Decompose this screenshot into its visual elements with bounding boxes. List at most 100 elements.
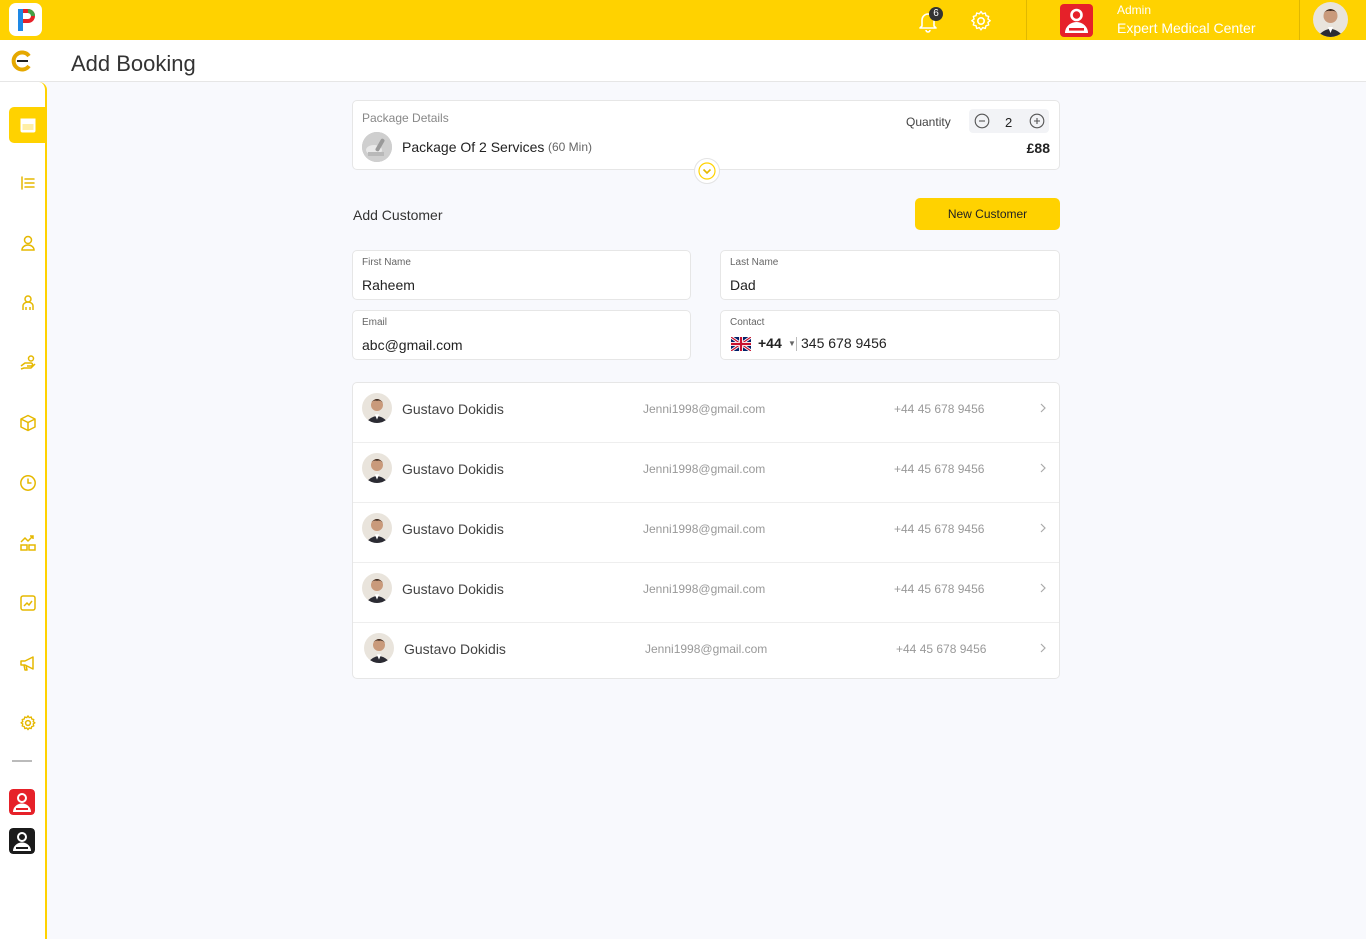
customer-row[interactable]: Gustavo Dokidis Jenni1998@gmail.com +44 …	[353, 383, 1059, 443]
email-field: Email	[352, 310, 691, 360]
avatar-photo-icon	[362, 393, 392, 423]
avatar-photo-icon	[1313, 2, 1348, 37]
customer-row[interactable]: Gustavo Dokidis Jenni1998@gmail.com +44 …	[353, 563, 1059, 623]
sidebar-item-marketing[interactable]	[9, 645, 46, 681]
sidebar-item-packages[interactable]	[9, 405, 46, 441]
package-name: Package Of 2 Services	[402, 139, 545, 155]
quantity-value: 2	[1005, 115, 1013, 130]
red-app-icon[interactable]	[9, 789, 35, 815]
customer-name: Gustavo Dokidis	[402, 581, 504, 597]
customer-row[interactable]: Gustavo Dokidis Jenni1998@gmail.com +44 …	[353, 503, 1059, 563]
package-thumbnail	[362, 132, 392, 162]
contact-label: Contact	[730, 317, 765, 328]
divider	[1299, 0, 1300, 40]
contact-field: Contact +44 ▼	[720, 310, 1060, 360]
package-price: £88	[1026, 140, 1050, 156]
contact-input[interactable]	[801, 335, 1001, 351]
plus-circle-icon[interactable]	[1029, 113, 1045, 129]
package-duration: (60 Min)	[548, 140, 593, 154]
customer-email: Jenni1998@gmail.com	[643, 522, 766, 536]
sidebar-item-customers[interactable]	[9, 225, 46, 261]
avatar	[362, 573, 392, 603]
services-icon	[20, 355, 36, 370]
org-role: Admin	[1117, 3, 1152, 17]
avatar-photo-icon	[362, 453, 392, 483]
calendar-icon	[20, 118, 35, 133]
customer-row[interactable]: Gustavo Dokidis Jenni1998@gmail.com +44 …	[353, 623, 1059, 683]
user-icon	[20, 235, 35, 251]
customer-name: Gustavo Dokidis	[402, 401, 504, 417]
new-customer-button[interactable]: New Customer	[915, 198, 1060, 230]
email-label: Email	[362, 317, 388, 328]
customer-phone: +44 45 678 9456	[894, 402, 985, 416]
p-logo-icon	[17, 8, 35, 31]
sidebar-separator	[12, 760, 32, 762]
gear-icon[interactable]	[969, 9, 993, 33]
customer-list: Gustavo Dokidis Jenni1998@gmail.com +44 …	[352, 382, 1060, 679]
customer-email: Jenni1998@gmail.com	[643, 402, 766, 416]
sidebar-item-staff[interactable]	[9, 285, 46, 321]
staff-icon	[21, 295, 34, 310]
customer-row[interactable]: Gustavo Dokidis Jenni1998@gmail.com +44 …	[353, 443, 1059, 503]
last-name-field: Last Name	[720, 250, 1060, 300]
chevron-down-icon	[698, 162, 716, 180]
last-name-label: Last Name	[730, 257, 779, 268]
package-image-icon	[362, 132, 392, 162]
first-name-input[interactable]	[362, 277, 681, 293]
dial-separator	[796, 337, 797, 351]
list-icon	[20, 176, 35, 190]
chevron-right-icon	[1040, 403, 1046, 413]
avatar	[364, 633, 394, 663]
sidebar	[0, 82, 47, 939]
analytics-icon	[19, 595, 36, 611]
dial-code-select[interactable]: +44	[758, 335, 782, 351]
sidebar-item-schedule[interactable]	[9, 465, 46, 501]
avatar	[362, 453, 392, 483]
notification-badge: 6	[929, 7, 943, 21]
sidebar-item-settings[interactable]	[9, 705, 46, 741]
first-name-label: First Name	[362, 257, 411, 268]
quantity-stepper: 2	[969, 109, 1049, 133]
org-name[interactable]: Expert Medical Center	[1117, 20, 1256, 36]
divider	[1026, 0, 1027, 40]
customer-name: Gustavo Dokidis	[404, 641, 506, 657]
chevron-down-icon: ▼	[788, 339, 796, 348]
top-bar: 6 Admin Expert Medical Center	[0, 0, 1366, 40]
minus-circle-icon[interactable]	[974, 113, 990, 129]
package-icon	[19, 414, 36, 432]
customer-phone: +44 45 678 9456	[894, 522, 985, 536]
customer-name: Gustavo Dokidis	[402, 521, 504, 537]
finance-icon	[19, 535, 36, 551]
clock-icon	[19, 475, 36, 491]
sidebar-item-analytics[interactable]	[9, 585, 46, 621]
package-details-label: Package Details	[362, 111, 449, 125]
org-logo-icon[interactable]	[1060, 4, 1093, 37]
black-app-icon[interactable]	[9, 828, 35, 854]
page-title: Add Booking	[71, 51, 196, 76]
customer-phone: +44 45 678 9456	[896, 642, 987, 656]
avatar-photo-icon	[362, 573, 392, 603]
sidebar-item-services[interactable]	[9, 345, 46, 381]
customer-email: Jenni1998@gmail.com	[643, 582, 766, 596]
uk-flag-icon[interactable]	[731, 337, 751, 351]
user-avatar[interactable]	[1313, 2, 1348, 37]
avatar	[362, 393, 392, 423]
avatar-photo-icon	[364, 633, 394, 663]
quantity-label: Quantity	[906, 115, 951, 129]
first-name-field: First Name	[352, 250, 691, 300]
avatar-photo-icon	[362, 513, 392, 543]
customer-phone: +44 45 678 9456	[894, 462, 985, 476]
chevron-right-icon	[1040, 583, 1046, 593]
last-name-input[interactable]	[730, 277, 1050, 293]
avatar	[362, 513, 392, 543]
chevron-right-icon	[1040, 463, 1046, 473]
email-input[interactable]	[362, 337, 681, 353]
sidebar-item-calendar[interactable]	[9, 107, 46, 143]
sidebar-item-bookings[interactable]	[9, 165, 46, 201]
app-logo[interactable]	[9, 3, 42, 36]
expand-package-button[interactable]	[694, 158, 720, 184]
page-header: Add Booking	[0, 40, 1366, 82]
brand-mark-icon[interactable]	[11, 50, 33, 72]
package-details-card: Package Details Package Of 2 Services (6…	[352, 100, 1060, 184]
sidebar-item-finance[interactable]	[9, 525, 46, 561]
